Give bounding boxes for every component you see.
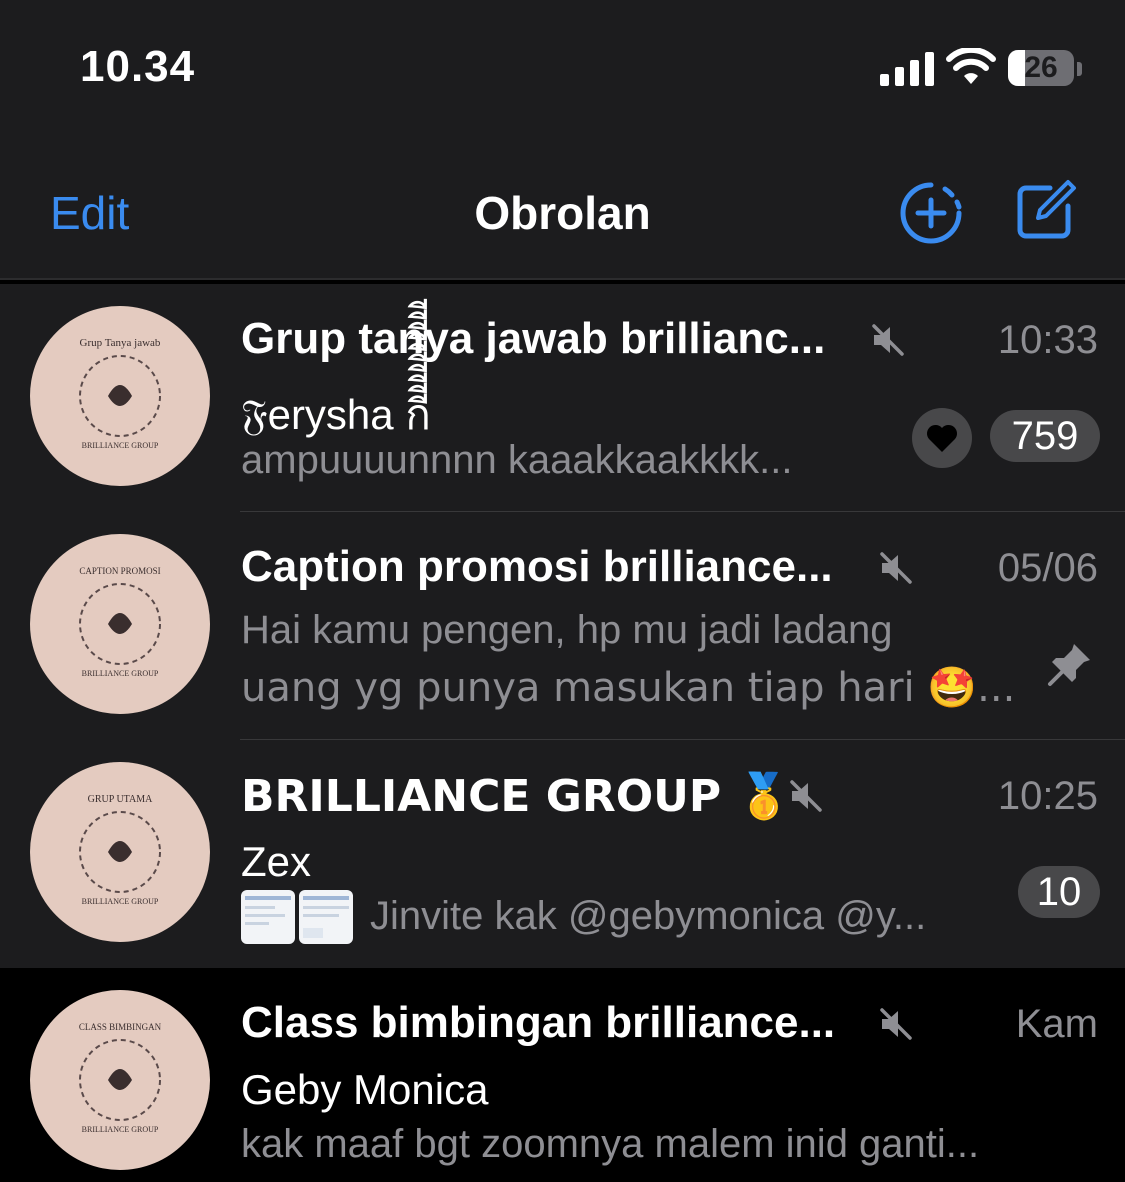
mute-icon [872, 324, 904, 356]
group-avatar: GRUP UTAMA BRILLIANCE GROUP [30, 762, 210, 942]
chat-time: Kam [1015, 1002, 1098, 1046]
unread-badge: 759 [990, 410, 1100, 462]
group-avatar: CLASS BIMBINGAN BRILLIANCE GROUP [30, 990, 210, 1170]
cellular-signal-icon [880, 52, 934, 86]
chat-preview-line2: uang yg punya masukan tiap hari 🤩... [241, 665, 1016, 711]
avatar-top-text: CAPTION PROMOSI [79, 566, 160, 576]
group-avatar: CAPTION PROMOSI BRILLIANCE GROUP [30, 534, 210, 714]
avatar-bottom-text: BRILLIANCE GROUP [82, 669, 159, 678]
pin-icon [1048, 644, 1090, 686]
avatar-top-text: GRUP UTAMA [88, 794, 153, 805]
chat-time: 05/06 [997, 546, 1098, 590]
chat-time: 10:33 [997, 318, 1098, 362]
chat-name: BRILLIANCE GROUP 🥇 [241, 771, 792, 822]
chat-sender: Zex [241, 838, 312, 885]
chat-preview: kak maaf bgt zoomnya malem inid ganti... [241, 1122, 980, 1166]
chat-row[interactable]: Grup Tanya jawab BRILLIANCE GROUP Grup t… [0, 284, 1125, 512]
battery-level: 26 [1024, 51, 1058, 84]
mute-icon [880, 552, 912, 584]
heart-icon [926, 424, 958, 452]
unread-badge: 10 [1018, 866, 1100, 918]
add-story-icon[interactable] [898, 180, 964, 246]
nav-bar: Edit Obrolan [0, 140, 1125, 280]
mute-icon [790, 780, 822, 812]
avatar-bottom-text: BRILLIANCE GROUP [82, 1125, 159, 1134]
chat-row[interactable]: CAPTION PROMOSI BRILLIANCE GROUP Caption… [0, 512, 1125, 740]
status-bar: 10.34 26 [0, 0, 1125, 140]
avatar-top-text: CLASS BIMBINGAN [79, 1022, 162, 1032]
chat-name: Grup tanya jawab brillianc... [241, 314, 826, 363]
reaction-badge [912, 408, 972, 468]
chat-preview-line1: Hai kamu pengen, hp mu jadi ladang [241, 608, 893, 652]
chat-time: 10:25 [997, 774, 1098, 818]
battery-icon: 26 [1008, 50, 1074, 86]
group-avatar: Grup Tanya jawab BRILLIANCE GROUP [30, 306, 210, 486]
chat-row[interactable]: CLASS BIMBINGAN BRILLIANCE GROUP Class b… [0, 968, 1125, 1182]
avatar-bottom-text: BRILLIANCE GROUP [82, 441, 159, 450]
chat-name: Caption promosi brilliance... [241, 542, 833, 591]
compose-icon[interactable] [1014, 178, 1078, 242]
wifi-icon [946, 48, 996, 84]
chat-preview: Jinvite kak @gebymonica @y... [370, 894, 927, 938]
chat-sender: Geby Monica [241, 1066, 489, 1113]
avatar-bottom-text: BRILLIANCE GROUP [82, 897, 159, 906]
avatar-top-text: Grup Tanya jawab [80, 337, 161, 349]
media-thumbnail [299, 890, 353, 944]
chat-name: Class bimbingan brilliance... [241, 998, 836, 1047]
chat-row[interactable]: GRUP UTAMA BRILLIANCE GROUP BRILLIANCE G… [0, 740, 1125, 968]
chat-preview: ampuuuunnnn kaaakkaakkkk... [241, 438, 793, 482]
mute-icon [880, 1008, 912, 1040]
media-thumbnail [241, 890, 295, 944]
battery-tip [1077, 62, 1082, 76]
status-time: 10.34 [80, 42, 196, 91]
